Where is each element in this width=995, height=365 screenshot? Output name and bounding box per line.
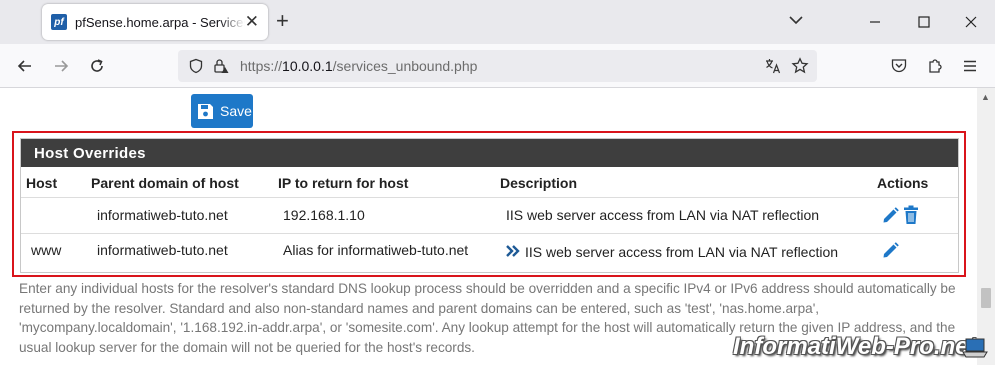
menu-icon[interactable] xyxy=(957,53,983,79)
column-header-ip: IP to return for host xyxy=(278,175,409,191)
minimize-icon[interactable] xyxy=(861,8,889,36)
navigation-bar: https://10.0.0.1/services_unbound.php xyxy=(0,44,995,88)
tab-close-icon[interactable]: ✕ xyxy=(245,13,259,31)
translate-icon[interactable] xyxy=(764,57,782,75)
tab-strip: pf pfSense.home.arpa - Services: DNS Res… xyxy=(0,0,995,44)
column-header-actions: Actions xyxy=(877,175,929,191)
browser-tab[interactable]: pf pfSense.home.arpa - Services: DNS Res… xyxy=(42,4,268,40)
column-header-parent-domain: Parent domain of host xyxy=(91,175,239,191)
chevron-down-icon[interactable] xyxy=(787,11,805,29)
watermark-text: InformatiWeb-Pro.net xyxy=(733,333,977,360)
edit-pencil-icon[interactable] xyxy=(881,206,900,225)
cell-host: www xyxy=(31,242,62,258)
watermark-laptop-icon xyxy=(962,338,988,358)
header-separator xyxy=(21,197,958,198)
maximize-icon[interactable] xyxy=(910,8,938,36)
page-scrollbar[interactable]: ▲ xyxy=(977,88,995,365)
column-header-host: Host xyxy=(26,175,58,191)
panel-title: Host Overrides xyxy=(21,139,958,167)
url-path: /services_unbound.php xyxy=(332,58,478,74)
url-scheme: https:// xyxy=(240,58,283,74)
new-tab-icon[interactable]: + xyxy=(276,10,289,32)
close-window-icon[interactable] xyxy=(957,8,985,36)
url-text[interactable]: https://10.0.0.1/services_unbound.php xyxy=(240,58,477,74)
cell-description: IIS web server access from LAN via NAT r… xyxy=(525,244,839,260)
delete-trash-icon[interactable] xyxy=(903,205,919,225)
cell-domain: informatiweb-tuto.net xyxy=(97,207,228,223)
reload-icon[interactable] xyxy=(84,53,110,79)
scrollbar-thumb[interactable] xyxy=(981,288,991,308)
save-button[interactable]: Save xyxy=(191,94,253,128)
url-host: 10.0.0.1 xyxy=(282,58,333,74)
page-content: Save Host Overrides Host Parent domain o… xyxy=(0,88,977,365)
cell-domain: informatiweb-tuto.net xyxy=(97,242,228,258)
edit-pencil-icon[interactable] xyxy=(881,241,900,260)
extensions-icon[interactable] xyxy=(922,53,948,79)
cell-description: IIS web server access from LAN via NAT r… xyxy=(506,207,820,223)
address-bar[interactable]: https://10.0.0.1/services_unbound.php xyxy=(178,50,817,82)
save-button-label: Save xyxy=(220,103,252,119)
cell-ip: Alias for informatiweb-tuto.net xyxy=(283,242,469,258)
forward-icon[interactable] xyxy=(48,53,74,79)
pfsense-favicon-icon: pf xyxy=(51,14,67,30)
shield-icon[interactable] xyxy=(188,58,204,74)
floppy-disk-icon xyxy=(198,103,213,119)
scroll-up-icon[interactable]: ▲ xyxy=(981,92,990,102)
back-icon[interactable] xyxy=(12,53,38,79)
cell-ip: 192.168.1.10 xyxy=(283,207,365,223)
tab-title: pfSense.home.arpa - Services: DNS Resolv… xyxy=(75,14,245,30)
pocket-icon[interactable] xyxy=(886,53,912,79)
column-header-description: Description xyxy=(500,175,578,191)
host-overrides-panel: Host Overrides Host Parent domain of hos… xyxy=(20,138,959,273)
lock-warning-icon[interactable] xyxy=(212,57,230,75)
double-chevron-right-icon xyxy=(506,245,520,257)
row-separator xyxy=(21,233,958,234)
bookmark-star-icon[interactable] xyxy=(791,57,809,75)
